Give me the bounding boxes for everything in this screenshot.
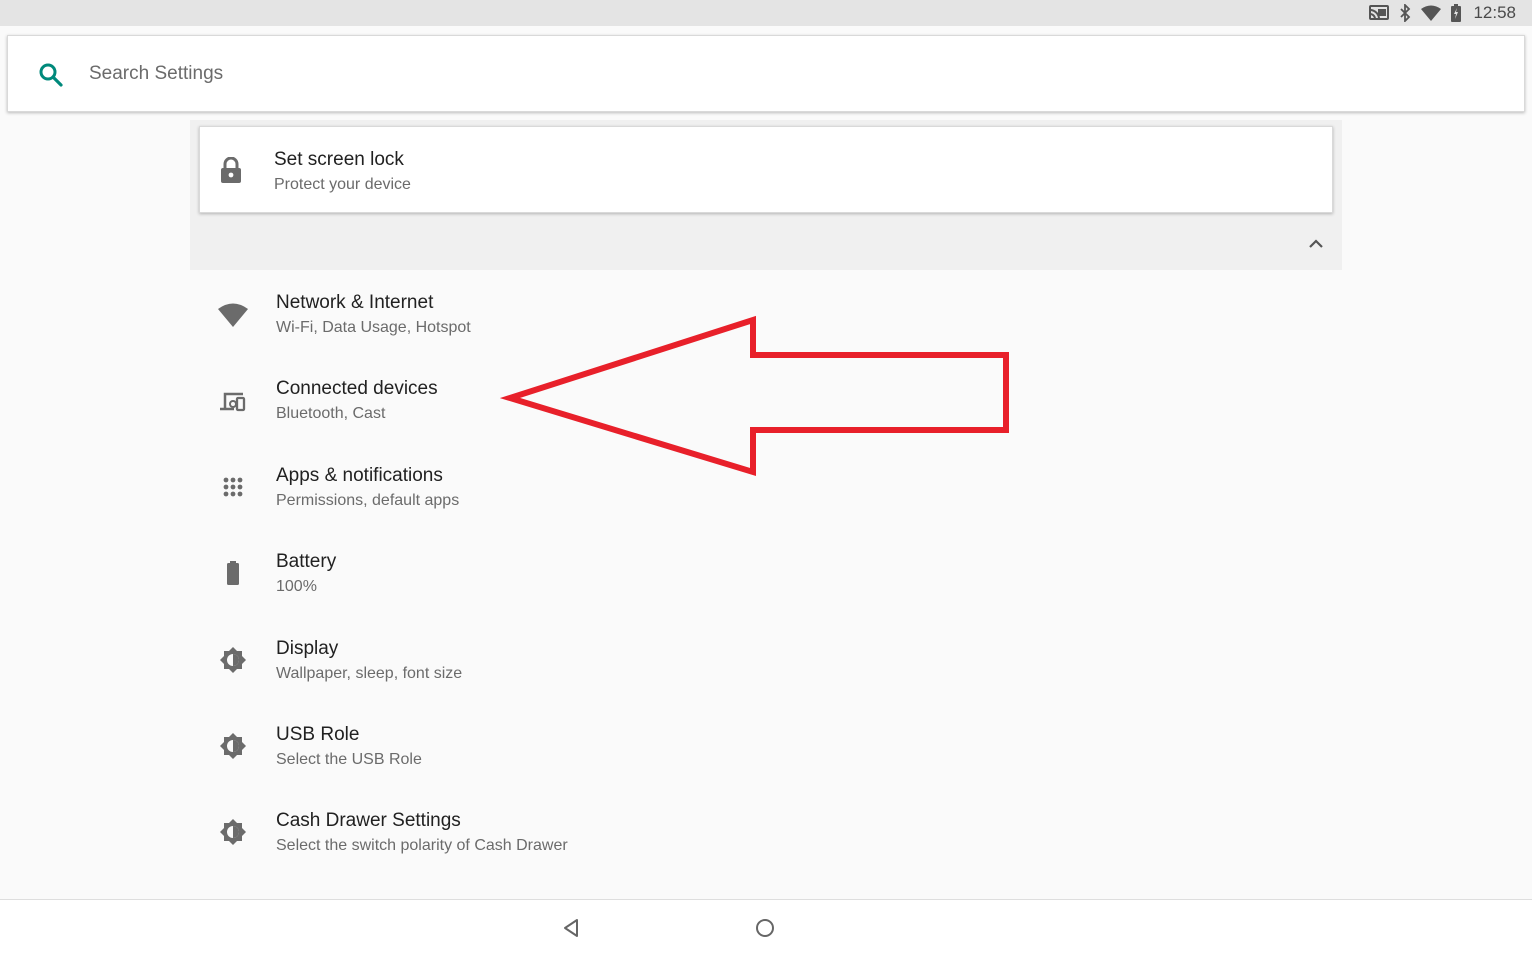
settings-item-subtitle: Select the switch polarity of Cash Drawe… xyxy=(276,837,568,855)
brightness-icon xyxy=(216,646,250,676)
settings-item-subtitle: Select the USB Role xyxy=(276,750,422,768)
navigation-bar xyxy=(0,899,1532,955)
bluetooth-icon xyxy=(1399,4,1411,22)
status-time: 12:58 xyxy=(1473,3,1516,22)
status-icons: 12:58 xyxy=(1369,0,1516,26)
battery-icon xyxy=(1451,4,1462,22)
settings-item-subtitle: 100% xyxy=(276,578,317,596)
search-bar[interactable] xyxy=(7,35,1525,112)
settings-item-cash-drawer[interactable]: Cash Drawer Settings Select the switch p… xyxy=(190,790,1342,876)
settings-item-usb-role[interactable]: USB Role Select the USB Role xyxy=(190,704,1342,790)
brightness-icon xyxy=(216,818,250,848)
settings-item-title: Battery xyxy=(276,551,337,573)
settings-item-subtitle: Bluetooth, Cast xyxy=(276,405,386,423)
battery-icon xyxy=(216,559,250,589)
wifi-icon xyxy=(216,300,250,330)
suggestion-card-screen-lock[interactable]: Set screen lock Protect your device xyxy=(199,126,1333,213)
brightness-icon xyxy=(216,732,250,762)
chevron-up-icon[interactable] xyxy=(1302,230,1330,258)
settings-item-title: Cash Drawer Settings xyxy=(276,810,461,832)
suggestion-area: Set screen lock Protect your device xyxy=(190,120,1342,270)
lock-icon xyxy=(220,156,242,188)
settings-item-subtitle: Wallpaper, sleep, font size xyxy=(276,664,463,682)
search-input[interactable] xyxy=(89,58,1089,90)
settings-item-title: USB Role xyxy=(276,723,360,745)
apps-grid-icon xyxy=(216,473,250,503)
settings-item-battery[interactable]: Battery 100% xyxy=(190,531,1342,617)
search-icon xyxy=(38,62,64,93)
settings-item-subtitle: Wi-Fi, Data Usage, Hotspot xyxy=(276,319,471,336)
cast-icon xyxy=(1369,5,1390,21)
settings-item-title: Connected devices xyxy=(276,378,438,400)
settings-item-title: Apps & notifications xyxy=(276,464,443,486)
wifi-icon xyxy=(1421,5,1442,21)
settings-item-title: Network & Internet xyxy=(276,292,434,313)
annotation-arrow xyxy=(500,315,1009,477)
home-icon[interactable] xyxy=(753,916,777,945)
suggestion-title: Set screen lock xyxy=(274,149,404,170)
suggestion-subtitle: Protect your device xyxy=(274,176,411,193)
devices-icon xyxy=(216,386,250,416)
settings-item-subtitle: Permissions, default apps xyxy=(276,491,460,509)
settings-item-display[interactable]: Display Wallpaper, sleep, font size xyxy=(190,618,1342,704)
status-bar: 12:58 xyxy=(0,0,1532,26)
settings-item-title: Display xyxy=(276,637,339,659)
back-icon[interactable] xyxy=(560,916,584,945)
